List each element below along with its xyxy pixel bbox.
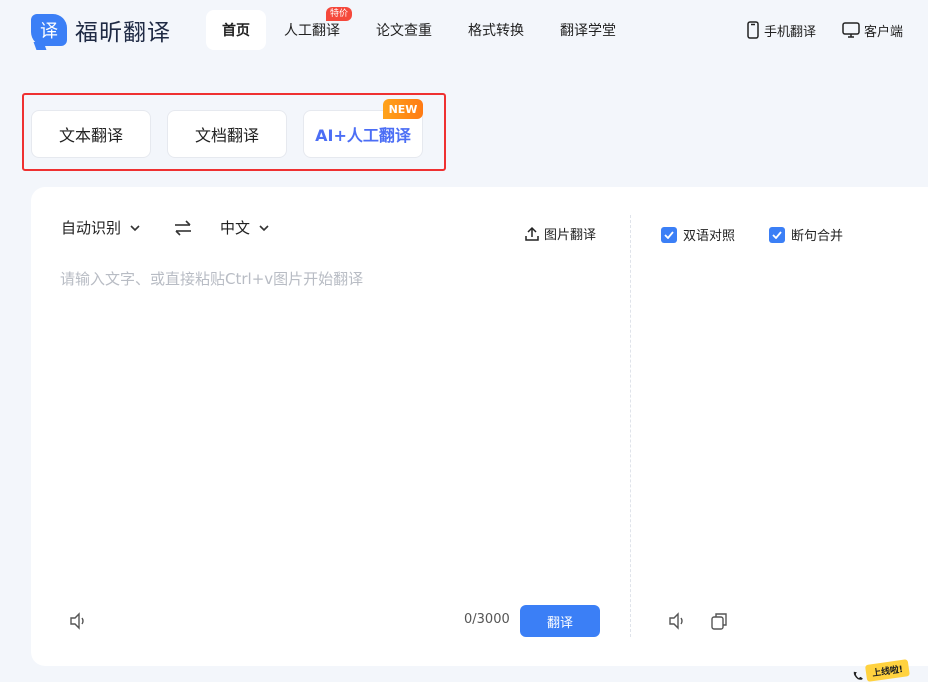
- image-translate-label: 图片翻译: [544, 228, 597, 243]
- translate-button[interactable]: 翻译: [520, 605, 600, 637]
- logo[interactable]: 译 福昕翻译: [31, 13, 171, 47]
- chevron-down-icon: [259, 224, 269, 231]
- panel-divider: [630, 215, 631, 637]
- mobile-translate-label: 手机翻译: [764, 24, 817, 40]
- merge-sentences-label: 断句合并: [791, 229, 844, 244]
- top-header: 译 福昕翻译 首页 人工翻译 特价 论文查重 格式转换 翻译学堂 手机翻译 客户…: [0, 0, 928, 60]
- character-counter: 0/3000: [464, 612, 510, 627]
- logo-text: 福昕翻译: [75, 20, 171, 46]
- image-translate-button[interactable]: 图片翻译: [524, 224, 596, 243]
- upload-icon: [525, 226, 539, 241]
- special-price-badge: 特价: [325, 7, 352, 21]
- nav-format-convert[interactable]: 格式转换: [450, 10, 542, 50]
- client-label: 客户端: [864, 24, 904, 40]
- nav-home[interactable]: 首页: [206, 10, 266, 50]
- phone-call-icon: [853, 671, 863, 680]
- bilingual-label: 双语对照: [683, 229, 736, 244]
- main-nav: 首页 人工翻译 特价 论文查重 格式转换 翻译学堂: [206, 7, 634, 50]
- source-text-input[interactable]: [60, 268, 600, 588]
- mode-text-translation[interactable]: 文本翻译: [31, 110, 151, 158]
- mobile-translate-link[interactable]: 手机翻译: [746, 10, 816, 50]
- checkbox-checked-icon: [769, 226, 785, 243]
- speaker-icon[interactable]: [68, 611, 88, 631]
- bilingual-checkbox[interactable]: 双语对照: [661, 225, 735, 244]
- nav-plagiarism-check[interactable]: 论文查重: [358, 10, 450, 50]
- mode-document-translation[interactable]: 文档翻译: [167, 110, 287, 158]
- new-badge: NEW: [383, 99, 423, 119]
- chevron-down-icon: [130, 224, 140, 231]
- logo-mark-icon: 译: [31, 14, 67, 46]
- nav-human-translation-label: 人工翻译: [284, 23, 340, 39]
- copy-icon[interactable]: [709, 611, 729, 631]
- target-language-label: 中文: [220, 219, 251, 237]
- nav-human-translation[interactable]: 人工翻译 特价: [266, 7, 358, 50]
- merge-sentences-checkbox[interactable]: 断句合并: [769, 225, 843, 244]
- header-right: 手机翻译 客户端: [746, 10, 928, 50]
- checkbox-checked-icon: [661, 226, 677, 243]
- nav-translation-school[interactable]: 翻译学堂: [542, 10, 634, 50]
- target-language-select[interactable]: 中文: [220, 217, 270, 238]
- speaker-icon[interactable]: [667, 611, 687, 631]
- monitor-icon: [842, 22, 860, 38]
- swap-languages-icon[interactable]: [173, 219, 193, 237]
- source-language-select[interactable]: 自动识别: [61, 217, 141, 238]
- client-download-link[interactable]: 客户端: [842, 10, 903, 50]
- source-language-label: 自动识别: [61, 219, 122, 237]
- mobile-icon: [747, 21, 759, 39]
